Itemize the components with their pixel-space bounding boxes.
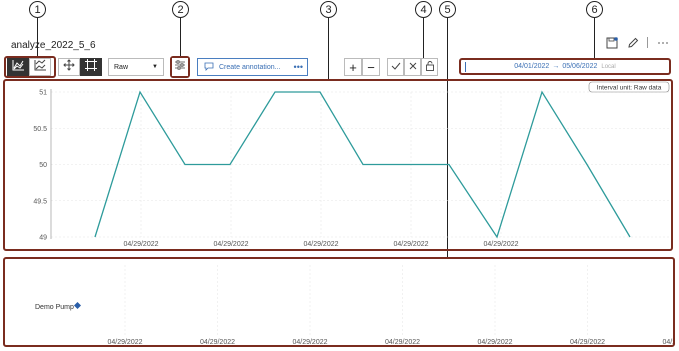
pan-icon [63,58,75,76]
confirm-button[interactable] [387,58,404,76]
chevron-down-icon: ▼ [152,64,158,70]
zoom-in-button[interactable]: + [344,58,362,76]
callout-4: 4 [415,1,432,18]
x-tick-label: 04/29/2022 [483,241,518,248]
close-icon [408,58,418,76]
multi-chart-view-button[interactable] [29,58,51,76]
trend-chart[interactable]: 51 50.5 50 49.5 49 04/29/2022 04/29/2022 04/29… [3,79,673,251]
callout-leader-2 [180,18,181,56]
interval-select[interactable]: Raw ▼ [108,58,164,76]
date-range-cursor [465,62,466,72]
y-tick-label: 50.5 [33,126,47,133]
callout-leader-4 [423,18,424,58]
x-tick-label: 04/29/2022 [385,339,420,345]
export-icon [425,58,435,76]
date-from: 04/01/2022 [514,63,550,70]
create-annotation-button[interactable]: Create annotation... ••• [197,58,308,76]
callout-leader-6 [594,18,595,58]
more-icon[interactable] [656,36,669,49]
y-tick-label: 49.5 [33,198,47,205]
annotation-icon [204,62,214,73]
callout-5: 5 [439,1,456,18]
callout-2: 2 [172,1,189,18]
date-range-picker[interactable]: 04/01/2022 → 05/06/2022 Local [459,58,671,75]
edit-icon[interactable] [626,36,639,49]
chart-view-icon [12,58,25,76]
x-tick-label: 04/29/2022 [303,241,338,248]
cancel-button[interactable] [404,58,421,76]
callout-3: 3 [320,1,337,18]
event-chart-svg: Demo Pump 04/29/2022 04/29/2022 04/29/2022… [35,265,679,346]
x-tick-label: 04/29/2022 [393,241,428,248]
callout-leader-3 [328,18,329,80]
y-tick-label: 50 [39,162,47,169]
create-annotation-label: Create annotation... [219,63,281,71]
x-tick-label: 04/29/2022 [107,339,142,345]
pan-button[interactable] [58,58,80,76]
zoom-box-icon [85,58,97,76]
row-label: Demo Pump [35,304,74,311]
chart-view-button[interactable] [7,58,29,76]
event-chart[interactable]: Demo Pump 04/29/2022 04/29/2022 04/29/2022… [3,257,679,347]
filter-icon [174,58,186,76]
x-tick-label: 04/29/2022 [292,339,327,345]
save-icon[interactable] [605,36,618,49]
zoom-box-button[interactable] [80,58,102,76]
filter-button[interactable] [172,58,188,76]
timezone-label: Local [601,63,616,70]
annotation-more-button[interactable]: ••• [294,62,303,72]
title-bar: analyze_2022_5_6 [0,0,679,56]
confirm-icon [391,58,401,76]
zoom-out-button[interactable]: − [362,58,380,76]
event-marker[interactable] [74,302,81,309]
x-tick-label: 04/29/2022 [662,339,673,345]
header-actions [605,36,669,49]
trend-chart-svg: 51 50.5 50 49.5 49 04/29/2022 04/29/2022 04/29… [33,81,670,248]
callout-6: 6 [586,1,603,18]
callout-1: 1 [29,1,46,18]
x-tick-label: 04/29/2022 [200,339,235,345]
y-tick-label: 51 [39,90,47,97]
multi-chart-view-icon [34,58,47,76]
y-tick-label: 49 [39,235,47,242]
x-tick-label: 04/29/2022 [570,339,605,345]
x-tick-label: 04/29/2022 [213,241,248,248]
x-tick-label: 04/29/2022 [477,339,512,345]
date-arrow: → [552,63,560,70]
interval-select-value: Raw [114,63,129,71]
export-button[interactable] [421,58,438,76]
x-tick-label: 04/29/2022 [123,241,158,248]
date-to: 05/06/2022 [562,63,598,70]
interval-badge: Interval unit: Raw data [597,85,662,92]
divider [647,37,648,48]
callout-leader-1 [37,18,38,56]
page-title: analyze_2022_5_6 [11,40,96,51]
